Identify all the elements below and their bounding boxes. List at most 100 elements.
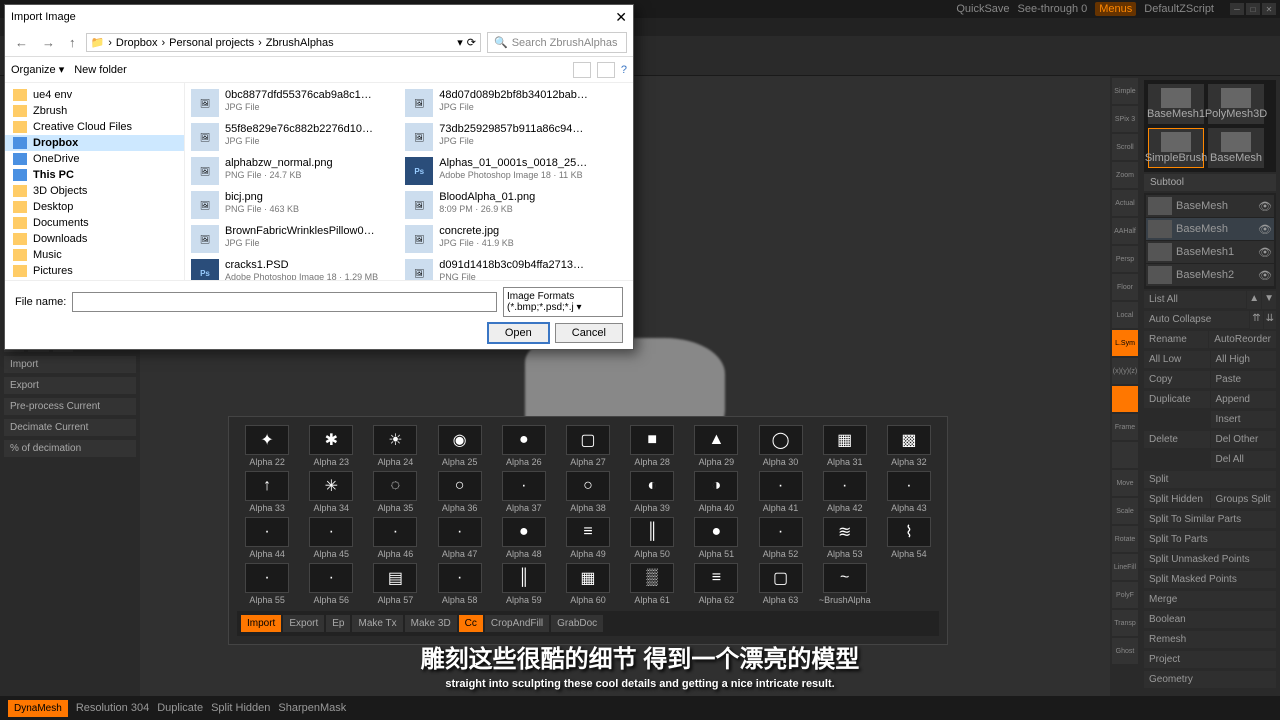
allhigh-button[interactable]: All High (1211, 351, 1277, 368)
file-item[interactable]: 🖼48d07d089b2bf8b34012baba38efe4 9a.jpgJP… (403, 87, 614, 119)
file-item[interactable]: 🖼0bc8877dfd55376cab9a8c1d975769 6a--d-te… (189, 87, 400, 119)
decimate-button[interactable]: Decimate Current (4, 419, 136, 436)
file-item[interactable]: Pscracks1.PSDAdobe Photoshop Image 18 · … (189, 257, 400, 280)
alpha-item[interactable]: ●Alpha 51 (686, 517, 746, 559)
eye-icon[interactable]: 👁 (1258, 223, 1272, 236)
search-input[interactable]: 🔍 Search ZbrushAlphas (487, 32, 627, 53)
alpha-item[interactable]: ✱Alpha 23 (301, 425, 361, 467)
file-item[interactable]: 🖼alphabzw_normal.pngPNG File · 24.7 KB (189, 155, 400, 187)
preview-pane-icon[interactable] (597, 62, 615, 78)
alpha-item[interactable]: ·Alpha 46 (365, 517, 425, 559)
tree-item[interactable]: Documents (5, 215, 184, 231)
alpha-cropfill-button[interactable]: CropAndFill (485, 615, 549, 632)
list-all-button[interactable]: List All (1144, 291, 1246, 308)
eye-icon[interactable]: 👁 (1258, 269, 1272, 282)
rtool-icon[interactable] (1112, 386, 1138, 412)
paste-button[interactable]: Paste (1211, 371, 1277, 388)
alpha-item[interactable]: ▢Alpha 63 (750, 563, 810, 605)
splitsimilar-button[interactable]: Split To Similar Parts (1144, 511, 1276, 528)
alllow-button[interactable]: All Low (1144, 351, 1210, 368)
tool-thumb[interactable]: BaseMesh (1208, 128, 1264, 168)
export-button[interactable]: Export (4, 377, 136, 394)
resolution-label[interactable]: Resolution 304 (76, 702, 149, 714)
splithidden-bottom[interactable]: Split Hidden (211, 702, 270, 714)
file-item[interactable]: 🖼BloodAlpha_01.png8:09 PM · 26.9 KB (403, 189, 614, 221)
geometry-header[interactable]: Geometry (1144, 671, 1276, 688)
project-button[interactable]: Project (1144, 651, 1276, 668)
alpha-item[interactable]: ·Alpha 42 (815, 471, 875, 513)
tree-item[interactable]: Creative Cloud Files (5, 119, 184, 135)
file-item[interactable]: 🖼73db25929857b911a86c9425f02263e e--scul… (403, 121, 614, 153)
subtool-item[interactable]: BaseMesh👁 (1146, 195, 1274, 217)
tree-item[interactable]: Desktop (5, 199, 184, 215)
alpha-item[interactable]: ·Alpha 56 (301, 563, 361, 605)
subtool-header[interactable]: Subtool (1144, 174, 1276, 191)
alpha-item[interactable]: ◉Alpha 25 (430, 425, 490, 467)
rtool-Move[interactable]: Move (1112, 470, 1138, 496)
append-button[interactable]: Append (1211, 391, 1277, 408)
file-item[interactable]: PsAlphas_01_0001s_0018_258.psdAdobe Phot… (403, 155, 614, 187)
file-filter-dropdown[interactable]: Image Formats (*.bmp;*.psd;*.j ▾ (503, 287, 623, 317)
rtool-Persp[interactable]: Persp (1112, 246, 1138, 272)
alpha-item[interactable]: ▦Alpha 60 (558, 563, 618, 605)
alpha-item[interactable]: ◯Alpha 30 (750, 425, 810, 467)
remesh-button[interactable]: Remesh (1144, 631, 1276, 648)
subtool-item[interactable]: BaseMesh1👁 (1146, 241, 1274, 263)
rtool-Floor[interactable]: Floor (1112, 274, 1138, 300)
file-item[interactable]: 🖼BrownFabricWrinklesPillow03_flat.jp gJP… (189, 223, 400, 255)
splitunmasked-button[interactable]: Split Unmasked Points (1144, 551, 1276, 568)
alpha-make3d-button[interactable]: Make 3D (405, 615, 457, 632)
alpha-item[interactable]: ·Alpha 44 (237, 517, 297, 559)
file-item[interactable]: 🖼bicj.pngPNG File · 463 KB (189, 189, 400, 221)
splitparts-button[interactable]: Split To Parts (1144, 531, 1276, 548)
nav-fwd-icon[interactable]: → (38, 33, 59, 52)
alpha-item[interactable]: ↑Alpha 33 (237, 471, 297, 513)
seethrough[interactable]: See-through 0 (1018, 3, 1088, 15)
alpha-item[interactable]: ·Alpha 43 (879, 471, 939, 513)
duplicate-button[interactable]: Duplicate (1144, 391, 1210, 408)
alpha-item[interactable]: ●Alpha 26 (494, 425, 554, 467)
rtool-Ghost[interactable]: Ghost (1112, 638, 1138, 664)
alpha-item[interactable]: ·Alpha 37 (494, 471, 554, 513)
rtool-AAHalf[interactable]: AAHalf (1112, 218, 1138, 244)
tree-item[interactable]: OneDrive (5, 151, 184, 167)
alpha-item[interactable]: ✦Alpha 22 (237, 425, 297, 467)
alpha-item[interactable]: ◐Alpha 39 (622, 471, 682, 513)
tree-item[interactable]: Zbrush (5, 103, 184, 119)
tree-item[interactable]: This PC (5, 167, 184, 183)
alpha-item[interactable]: ■Alpha 28 (622, 425, 682, 467)
alpha-item[interactable]: ▦Alpha 31 (815, 425, 875, 467)
autocollapse-button[interactable]: Auto Collapse (1144, 311, 1249, 328)
alpha-item[interactable]: ║Alpha 59 (494, 563, 554, 605)
autoreorder-button[interactable]: AutoReorder (1209, 331, 1276, 348)
alpha-grabdoc-button[interactable]: GrabDoc (551, 615, 603, 632)
help-icon[interactable]: ? (621, 64, 627, 76)
alpha-item[interactable]: ▩Alpha 32 (879, 425, 939, 467)
alpha-item[interactable]: ●Alpha 48 (494, 517, 554, 559)
file-list[interactable]: 🖼0bc8877dfd55376cab9a8c1d975769 6a--d-te… (185, 83, 633, 280)
dynamesh-button[interactable]: DynaMesh (8, 700, 68, 717)
splitmasked-button[interactable]: Split Masked Points (1144, 571, 1276, 588)
rtool-Local[interactable]: Local (1112, 302, 1138, 328)
rtool-(x)(y)(z)[interactable]: (x)(y)(z) (1112, 358, 1138, 384)
alpha-item[interactable]: ·Alpha 55 (237, 563, 297, 605)
alpha-item[interactable]: ≡Alpha 62 (686, 563, 746, 605)
rtool-Rotate[interactable]: Rotate (1112, 526, 1138, 552)
rtool-Zoom[interactable]: Zoom (1112, 162, 1138, 188)
preprocess-button[interactable]: Pre-process Current (4, 398, 136, 415)
alpha-import-button[interactable]: Import (241, 615, 281, 632)
alpha-item[interactable]: ▒Alpha 61 (622, 563, 682, 605)
arrow-down2-icon[interactable]: ⇊ (1264, 311, 1276, 329)
tool-thumb[interactable]: BaseMesh1 (1148, 84, 1204, 124)
alpha-item[interactable]: ▢Alpha 27 (558, 425, 618, 467)
maximize-icon[interactable]: □ (1246, 3, 1260, 15)
open-button[interactable]: Open (488, 323, 549, 343)
delete-button[interactable]: Delete (1144, 431, 1210, 448)
rtool-Simple[interactable]: Simple (1112, 78, 1138, 104)
tool-thumb[interactable]: SimpleBrush (1148, 128, 1204, 168)
alpha-item[interactable]: ▲Alpha 29 (686, 425, 746, 467)
breadcrumb[interactable]: 📁 ›Dropbox ›Personal projects ›ZbrushAlp… (86, 33, 482, 52)
refresh-icon[interactable]: ⟳ (467, 36, 476, 49)
subtool-item[interactable]: BaseMesh2👁 (1146, 264, 1274, 286)
eye-icon[interactable]: 👁 (1258, 246, 1272, 259)
